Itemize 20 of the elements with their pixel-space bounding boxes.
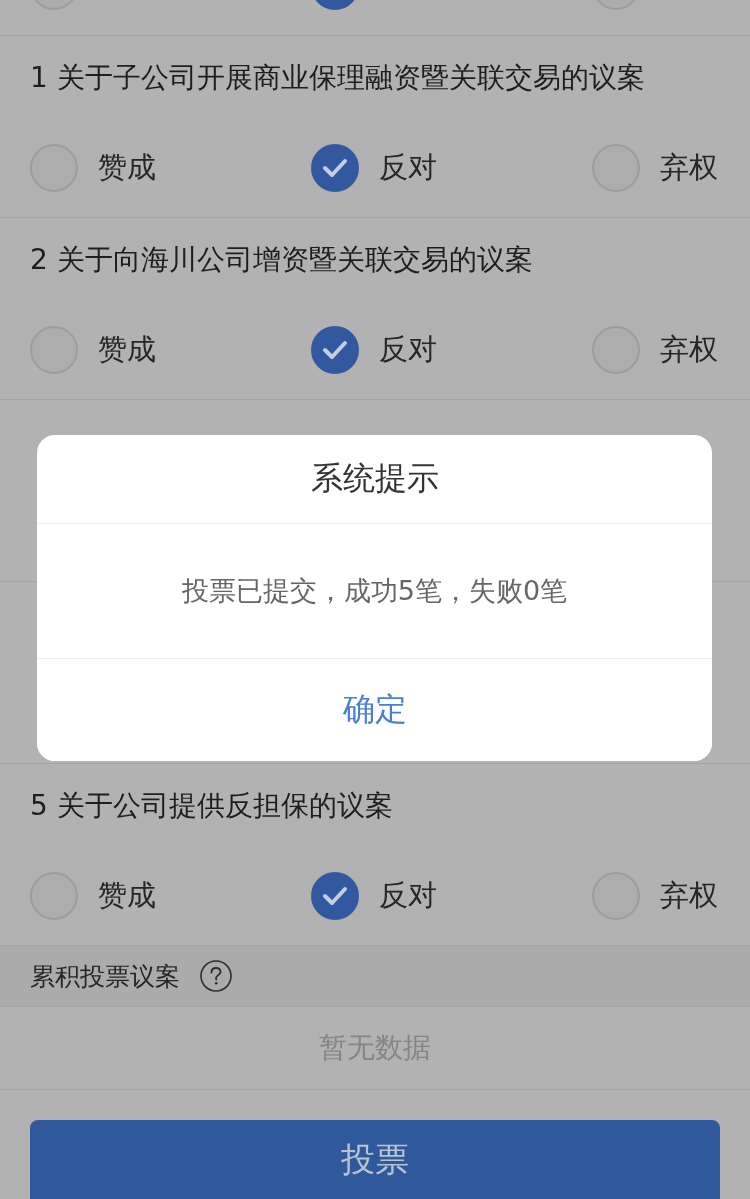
radio-option[interactable]: 弃权 [592,144,720,192]
radio-option[interactable]: 赞成 [30,326,158,374]
radio-option[interactable]: 赞成 [30,872,158,920]
radio-option[interactable]: 弃权 [592,872,720,920]
section-title: 累积投票议案 [30,960,180,993]
motion-title: 1 关于子公司开展商业保理融资暨关联交易的议案 [30,60,646,96]
vote-button[interactable]: 投票 [30,1120,720,1199]
radio-icon[interactable] [311,144,359,192]
motion-title: 5 关于公司提供反担保的议案 [30,788,394,824]
radio-option[interactable]: 反对 [311,326,439,374]
radio-icon[interactable] [311,326,359,374]
radio-option[interactable]: 赞成 [30,144,158,192]
radio-option[interactable]: 反对 [311,872,439,920]
radio-icon[interactable] [311,872,359,920]
radio-option[interactable]: 弃权 [592,326,720,374]
radio-option[interactable]: 反对 [311,144,439,192]
help-icon[interactable] [200,960,232,992]
motion-title: 2 关于向海川公司增资暨关联交易的议案 [30,242,534,278]
dialog-title: 系统提示 [310,458,439,499]
dialog-message: 投票已提交，成功5笔，失败0笔 [181,574,568,608]
